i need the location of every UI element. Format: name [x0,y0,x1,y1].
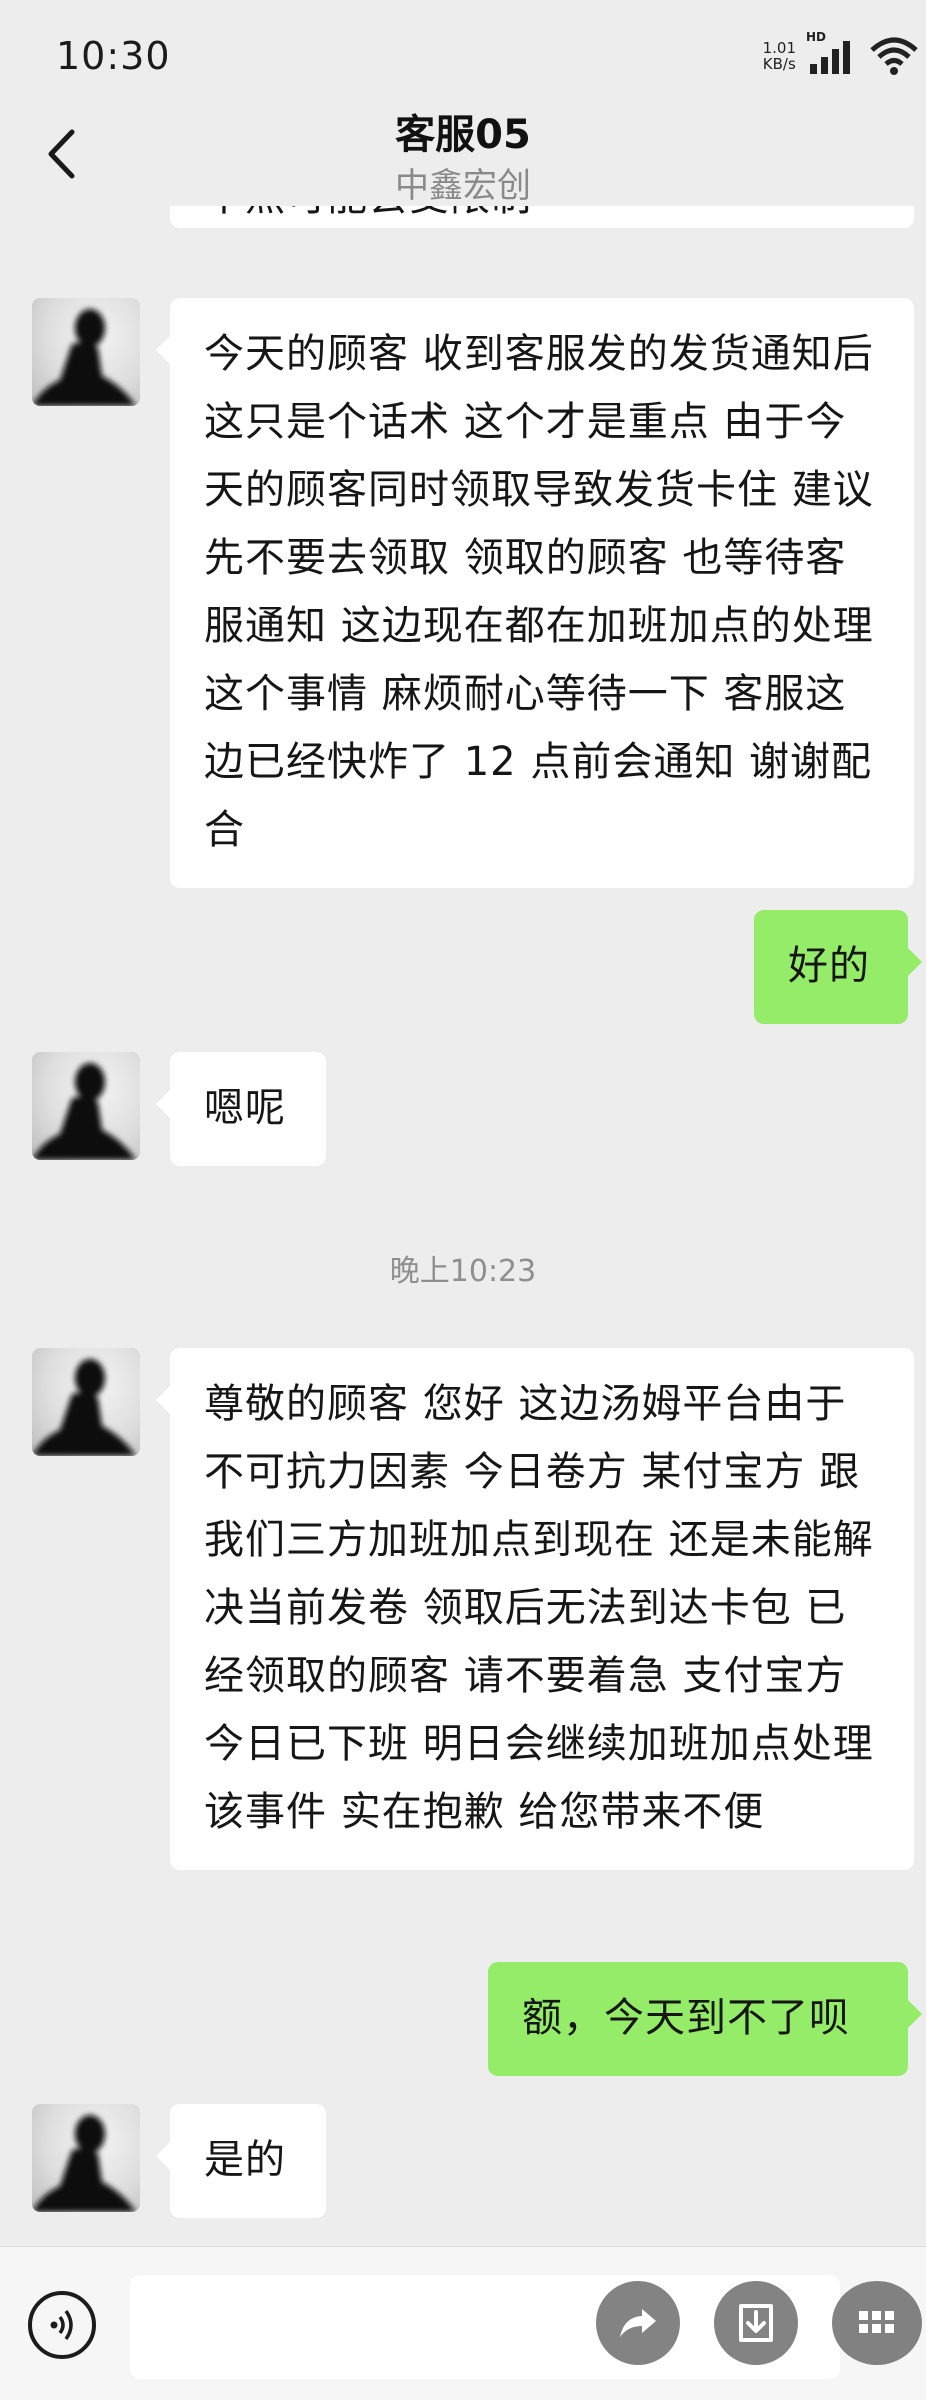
wifi-icon [870,37,918,75]
message-bubble[interactable]: 今天的顾客 收到客服发的发货通知后这只是个话术 这个才是重点 由于今天的顾客同时… [156,298,914,888]
download-icon [739,2304,773,2342]
message-text: 额，今天到不了呗 [522,1995,850,2041]
message-timestamp: 晚上10:23 [389,1254,537,1289]
avatar[interactable] [32,1348,140,1456]
network-speed: 1.01 KB/s [763,40,796,72]
status-bar: 10:30 1.01 KB/s HD [0,0,926,110]
message-bubble-outgoing[interactable]: 额，今天到不了呗 [488,1962,922,2076]
chat-subtitle: 中鑫宏创 [395,166,531,206]
network-speed-value: 1.01 [762,39,796,57]
more-button[interactable] [832,2281,922,2365]
message-list[interactable]: 不然可能会受限制 今天的顾客 收到客服发的发货通知后这只是个话术 这个才是重点 … [0,206,926,2246]
message-bubble[interactable]: 嗯呢 [156,1052,326,1166]
network-speed-unit: KB/s [762,55,796,73]
message-text: 嗯呢 [204,1085,286,1131]
message-bubble[interactable]: 是的 [156,2104,326,2218]
download-button[interactable] [714,2281,798,2365]
avatar[interactable] [32,298,140,406]
share-arrow-icon [620,2309,656,2337]
status-indicators: 1.01 KB/s HD [763,30,920,78]
share-button[interactable] [596,2281,680,2365]
avatar[interactable] [32,1052,140,1160]
message-bubble-outgoing[interactable]: 好的 [754,910,922,1024]
avatar[interactable] [32,2104,140,2212]
chat-title[interactable]: 客服05 [0,102,926,160]
signal-icon-wrap: HD [804,30,860,76]
grid-icon [859,2311,894,2333]
message-text: 是的 [204,2137,286,2183]
message-text: 尊敬的顾客 您好 这边汤姆平台由于不可抗力因素 今日卷方 某付宝方 跟我们三方加… [204,1381,874,1835]
avatar-silhouette [32,309,136,406]
status-time: 10:30 [56,34,171,78]
hd-label: HD [806,30,827,44]
chat-header: 客服05 中鑫宏创 [0,96,926,206]
avatar-silhouette [32,2115,136,2212]
voice-icon [50,2309,73,2341]
message-bubble[interactable]: 尊敬的顾客 您好 这边汤姆平台由于不可抗力因素 今日卷方 某付宝方 跟我们三方加… [156,1348,914,1870]
avatar-silhouette [32,1063,136,1160]
voice-button[interactable] [28,2291,96,2359]
message-text: 好的 [788,943,870,989]
message-text-cutoff: 不然可能会受限制 [204,206,532,220]
avatar-silhouette [32,1359,136,1456]
input-bar [0,2246,926,2400]
message-bubble-cutoff[interactable]: 不然可能会受限制 [170,206,914,228]
message-text: 今天的顾客 收到客服发的发货通知后这只是个话术 这个才是重点 由于今天的顾客同时… [204,331,874,853]
